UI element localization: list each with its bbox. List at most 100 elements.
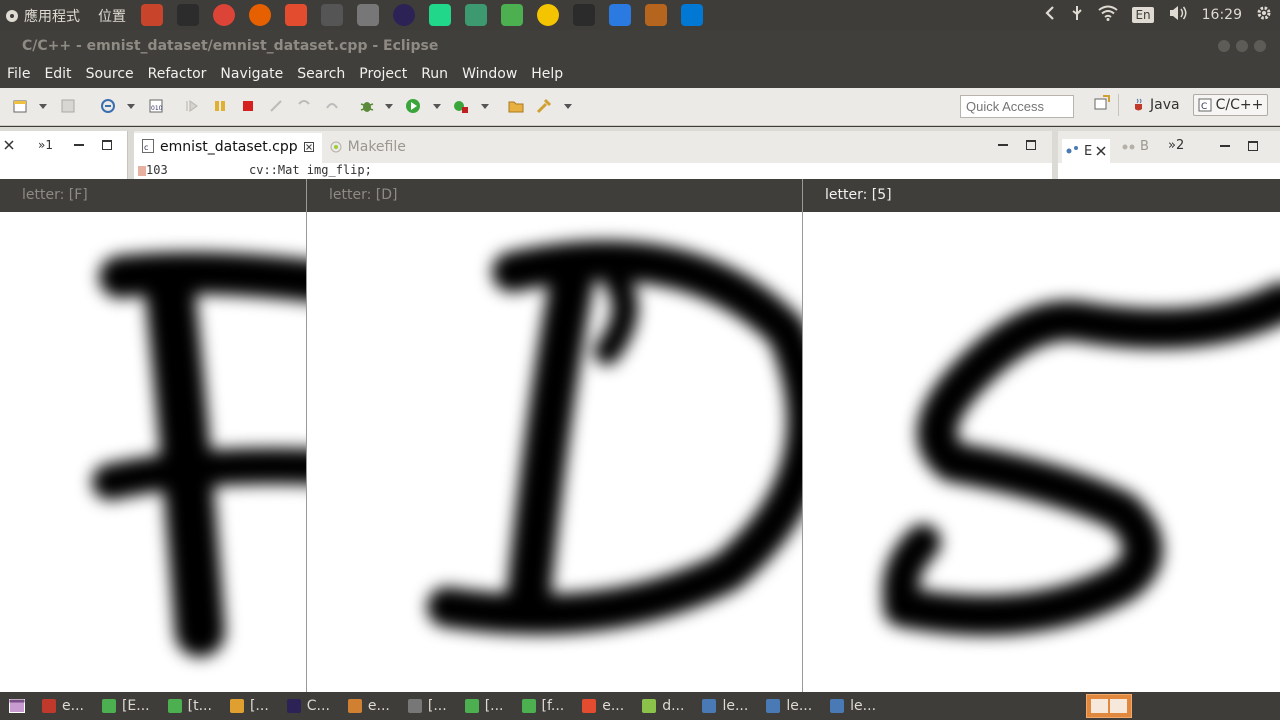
git-icon[interactable]	[282, 2, 310, 28]
menu-help[interactable]: Help	[531, 62, 570, 88]
menu-file[interactable]: File	[7, 62, 37, 88]
minimize-editor-icon[interactable]	[998, 144, 1008, 147]
taskbar-item[interactable]: [...	[222, 692, 279, 720]
back-arrow-icon[interactable]	[1044, 5, 1056, 25]
cpp-perspective-button[interactable]: C C/C++	[1192, 94, 1269, 116]
tab-emnist-dataset-cpp[interactable]: c emnist_dataset.cpp	[134, 133, 322, 163]
minimize-view-icon[interactable]	[74, 144, 84, 147]
run-icon[interactable]	[405, 98, 421, 114]
places-menu[interactable]: 位置	[98, 6, 126, 26]
taskbar-item[interactable]: [...	[457, 692, 514, 720]
usb-icon[interactable]	[1070, 5, 1084, 25]
monitor-icon[interactable]	[174, 2, 202, 28]
letter-d-window[interactable]: letter: [D]	[306, 179, 802, 692]
save-icon[interactable]	[60, 98, 76, 114]
taskbar-item[interactable]: e...	[34, 692, 94, 720]
run-dropdown[interactable]	[433, 104, 441, 109]
terminate-icon[interactable]	[240, 98, 256, 114]
menu-navigate[interactable]: Navigate	[220, 62, 290, 88]
pycharm-icon[interactable]	[426, 2, 454, 28]
close-window-button[interactable]	[1254, 40, 1266, 52]
taskbar-item[interactable]: e...	[340, 692, 400, 720]
clock[interactable]: 16:29	[1202, 7, 1242, 23]
build-icon[interactable]	[100, 98, 116, 114]
open-perspective-icon[interactable]	[1094, 95, 1110, 115]
menu-project[interactable]: Project	[359, 62, 414, 88]
quick-access-input[interactable]	[960, 95, 1074, 118]
taskbar-item[interactable]: [E...	[94, 692, 160, 720]
cloud-icon[interactable]	[606, 2, 634, 28]
close-outline-icon[interactable]	[1096, 146, 1106, 156]
workspace-switcher[interactable]	[1086, 694, 1132, 718]
keyboard-language-indicator[interactable]: En	[1132, 7, 1154, 23]
build-dropdown[interactable]	[127, 104, 135, 109]
menu-edit[interactable]: Edit	[44, 62, 78, 88]
suspend-icon[interactable]	[212, 98, 228, 114]
tab-outline[interactable]: E	[1062, 139, 1111, 163]
tab-build-targets[interactable]: B	[1122, 139, 1149, 154]
firefox-icon[interactable]	[246, 2, 274, 28]
more-views-chevron[interactable]: »1	[38, 138, 53, 152]
external-tools-icon[interactable]	[453, 98, 469, 114]
maximize-editor-icon[interactable]	[1026, 140, 1036, 150]
menu-source[interactable]: Source	[86, 62, 141, 88]
open-folder-icon[interactable]	[508, 98, 524, 114]
maximize-view-icon[interactable]	[102, 140, 112, 150]
paint-icon[interactable]	[138, 2, 166, 28]
menu-refactor[interactable]: Refactor	[148, 62, 214, 88]
applications-menu[interactable]: 應用程式	[24, 6, 80, 26]
terminal-icon[interactable]	[570, 2, 598, 28]
eclipse-icon[interactable]	[390, 2, 418, 28]
more-views-chevron-right[interactable]: »2	[1168, 138, 1184, 153]
image-viewer-icon[interactable]	[462, 2, 490, 28]
letter-f-window[interactable]: letter: [F]	[0, 179, 306, 692]
settings-gear-icon[interactable]	[1256, 5, 1272, 25]
taskbar-item[interactable]: le...	[822, 692, 886, 720]
workspace-2[interactable]	[1110, 699, 1127, 713]
maximize-outline-icon[interactable]	[1248, 141, 1258, 151]
terminal-green-icon[interactable]	[498, 2, 526, 28]
code-line[interactable]: 103 cv::Mat img_flip;	[134, 163, 1052, 179]
e-icon[interactable]	[534, 2, 562, 28]
binary-icon[interactable]: 010	[148, 98, 164, 114]
java-perspective-button[interactable]: Java	[1127, 94, 1185, 116]
debug-icon[interactable]	[359, 98, 375, 114]
step-over-icon[interactable]	[324, 98, 340, 114]
calculator-icon[interactable]	[354, 2, 382, 28]
disconnect-icon[interactable]	[268, 98, 284, 114]
workspace-1[interactable]	[1091, 699, 1108, 713]
taskbar-item[interactable]: [t...	[160, 692, 222, 720]
taskbar-item[interactable]: e...	[574, 692, 634, 720]
step-into-icon[interactable]	[296, 98, 312, 114]
vscode-icon[interactable]	[678, 2, 706, 28]
chrome-icon[interactable]	[210, 2, 238, 28]
taskbar-item[interactable]: d...	[634, 692, 694, 720]
search-tool-icon[interactable]	[536, 98, 552, 114]
search-tool-dropdown[interactable]	[564, 104, 572, 109]
tools-icon[interactable]	[318, 2, 346, 28]
show-desktop-icon[interactable]	[0, 692, 34, 720]
minimize-window-button[interactable]	[1218, 40, 1230, 52]
taskbar-item[interactable]: [f...	[514, 692, 575, 720]
menu-search[interactable]: Search	[297, 62, 352, 88]
digit-5-window[interactable]: letter: [5]	[802, 179, 1280, 692]
volume-icon[interactable]	[1168, 5, 1188, 25]
menu-run[interactable]: Run	[421, 62, 455, 88]
minimize-outline-icon[interactable]	[1220, 145, 1230, 148]
archive-icon[interactable]	[642, 2, 670, 28]
taskbar-item[interactable]: C...	[279, 692, 340, 720]
tab-makefile[interactable]: Makefile	[322, 133, 414, 163]
maximize-window-button[interactable]	[1236, 40, 1248, 52]
menu-window[interactable]: Window	[462, 62, 524, 88]
close-tab-icon[interactable]	[303, 142, 314, 152]
resume-icon[interactable]	[184, 98, 200, 114]
taskbar-item[interactable]: le...	[694, 692, 758, 720]
wifi-icon[interactable]	[1098, 5, 1119, 25]
close-view-icon[interactable]	[4, 140, 14, 150]
new-file-icon[interactable]	[12, 98, 28, 114]
debug-dropdown[interactable]	[385, 104, 393, 109]
taskbar-item[interactable]: le...	[758, 692, 822, 720]
new-file-dropdown[interactable]	[39, 104, 47, 109]
taskbar-item[interactable]: [...	[400, 692, 457, 720]
external-tools-dropdown[interactable]	[481, 104, 489, 109]
